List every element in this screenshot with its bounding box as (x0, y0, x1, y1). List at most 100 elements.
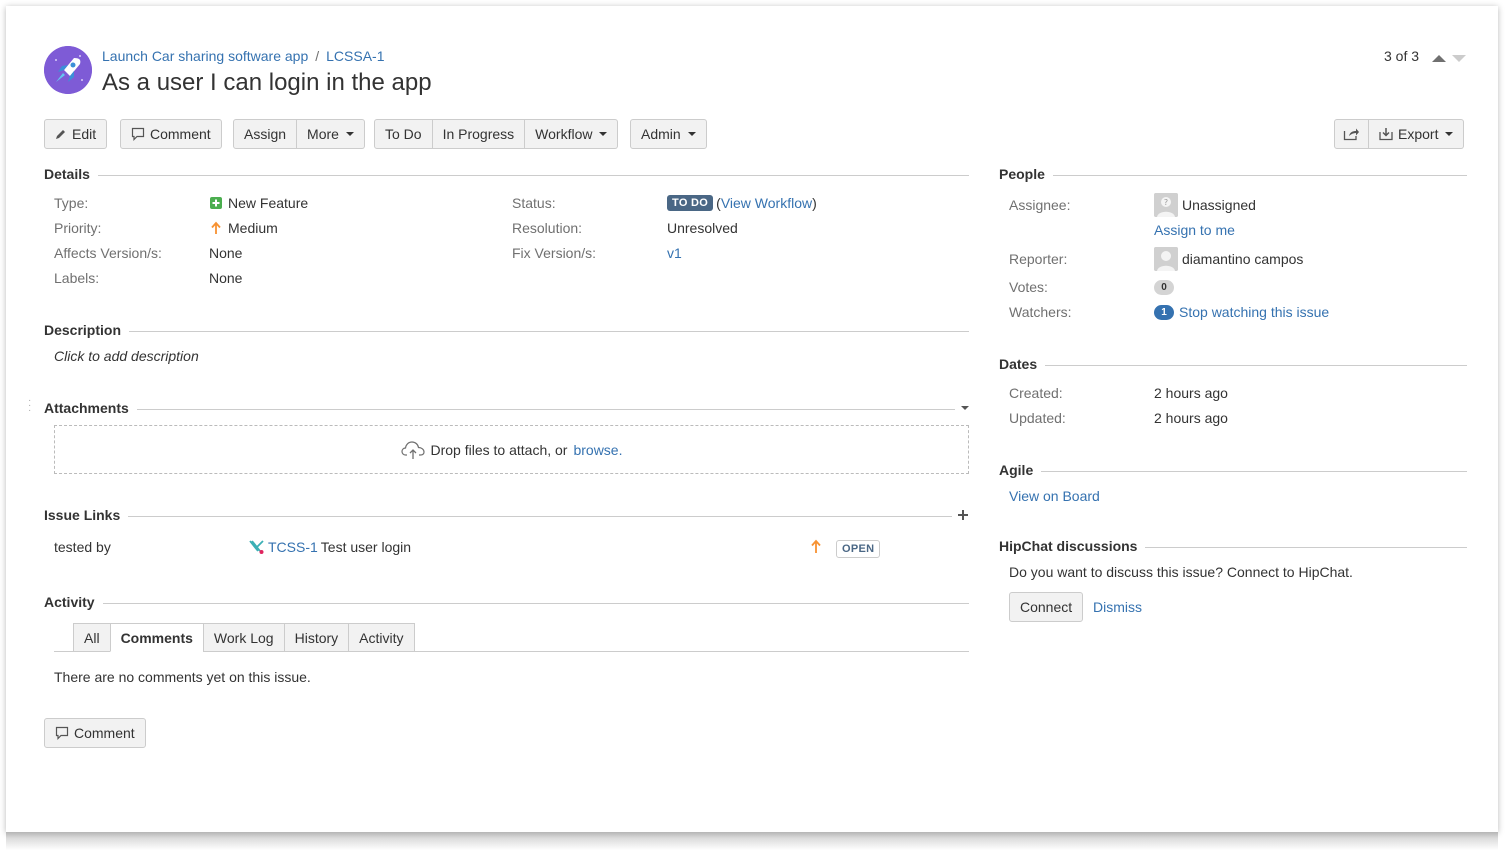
frame-shadow (6, 832, 1498, 850)
assignee-name: Unassigned (1182, 197, 1256, 213)
new-feature-icon (210, 197, 222, 209)
view-on-board-link[interactable]: View on Board (1009, 488, 1100, 504)
linked-issue-key-link[interactable]: TCSS-1 (268, 539, 318, 555)
resolution-value: Unresolved (667, 220, 738, 236)
assignee-value[interactable]: ? Unassigned (1154, 193, 1256, 217)
in-progress-transition-button[interactable]: In Progress (432, 119, 526, 149)
dates-module-header: Dates (999, 355, 1467, 373)
attachments-divider (136, 408, 955, 410)
export-button[interactable]: Export (1369, 119, 1465, 149)
chevron-down-icon (687, 132, 696, 136)
unassigned-avatar: ? (1154, 193, 1178, 217)
votes-label: Votes: (1009, 279, 1048, 295)
linked-issue-summary[interactable]: Test user login (321, 539, 411, 555)
chevron-down-icon (345, 132, 354, 136)
footer-comment-button[interactable]: Comment (44, 718, 146, 748)
tab-work-log[interactable]: Work Log (202, 623, 285, 652)
admin-button[interactable]: Admin (630, 119, 707, 149)
tab-activity[interactable]: Activity (348, 623, 415, 652)
issue-links-title: Issue Links (44, 507, 121, 523)
download-icon (1379, 128, 1393, 141)
priority-medium-arrow-icon (211, 221, 221, 234)
hipchat-question: Do you want to discuss this issue? Conne… (1009, 564, 1353, 580)
comment-group: Comment (120, 119, 222, 149)
hipchat-dismiss-link[interactable]: Dismiss (1093, 599, 1142, 615)
fix-version-link[interactable]: v1 (667, 245, 682, 261)
breadcrumb-project-link[interactable]: Launch Car sharing software app (102, 48, 308, 64)
priority-value-text: Medium (228, 220, 278, 236)
created-value: 2 hours ago (1154, 385, 1228, 401)
reporter-value[interactable]: diamantino campos (1154, 247, 1303, 271)
priority-label: Priority: (54, 220, 102, 236)
tab-comments[interactable]: Comments (109, 623, 204, 652)
dates-title: Dates (999, 356, 1038, 372)
chevron-down-icon (1445, 132, 1454, 136)
reporter-name: diamantino campos (1182, 251, 1304, 267)
status-label: Status: (512, 195, 556, 211)
browse-link[interactable]: browse. (573, 442, 622, 458)
issue-pager: 3 of 3 (1384, 48, 1420, 64)
issue-summary[interactable]: As a user I can login in the app (102, 69, 432, 97)
linked-issue[interactable]: TCSS-1 Test user login (249, 539, 411, 555)
hipchat-dismiss[interactable]: Dismiss (1093, 599, 1142, 615)
user-icon (1154, 247, 1178, 271)
tab-all[interactable]: All (73, 623, 111, 652)
edit-button[interactable]: Edit (44, 119, 108, 149)
priority-medium-arrow-icon (811, 539, 821, 553)
link-relation: tested by (54, 539, 111, 555)
agile-divider (1041, 470, 1467, 472)
next-issue-icon[interactable] (1452, 55, 1466, 62)
edit-button-label: Edit (72, 126, 97, 142)
votes-value[interactable]: 0 (1154, 280, 1174, 295)
type-value[interactable]: New Feature (209, 195, 308, 211)
previous-issue-icon[interactable] (1432, 55, 1446, 62)
view-workflow-link[interactable]: View Workflow (721, 195, 812, 211)
todo-transition-button[interactable]: To Do (374, 119, 433, 149)
assign-to-me-link[interactable]: Assign to me (1154, 222, 1235, 238)
fix-version-value[interactable]: v1 (667, 245, 682, 261)
share-button[interactable] (1334, 119, 1369, 149)
edit-group: Edit (44, 119, 108, 149)
type-label: Type: (54, 195, 89, 211)
hipchat-connect-button[interactable]: Connect (1009, 592, 1084, 622)
stop-watching-link[interactable]: Stop watching this issue (1179, 304, 1329, 320)
workflow-group: To Do In Progress Workflow (374, 119, 619, 149)
watchers-value[interactable]: 1 Stop watching this issue (1154, 304, 1329, 320)
attachments-title: Attachments (44, 400, 129, 416)
dropzone-text: Drop files to attach, or (430, 441, 568, 458)
view-on-board[interactable]: View on Board (1009, 488, 1100, 504)
activity-module-header: Activity (44, 593, 969, 611)
fix-version-label: Fix Version/s: (512, 245, 597, 261)
chevron-down-icon (599, 132, 608, 136)
rocket-icon (44, 46, 92, 94)
project-avatar[interactable] (44, 46, 92, 94)
people-module-header: People (999, 165, 1467, 183)
hipchat-module-header: HipChat discussions (999, 537, 1467, 555)
attachments-options-chevron-icon[interactable] (961, 406, 969, 410)
cloud-upload-icon (400, 440, 425, 459)
drag-handle[interactable]: · · · (28, 396, 31, 416)
no-comments-message: There are no comments yet on this issue. (54, 669, 311, 685)
labels-value[interactable]: None (209, 270, 242, 286)
activity-title: Activity (44, 594, 95, 610)
tab-history[interactable]: History (283, 623, 350, 652)
assignee-label: Assignee: (1009, 197, 1071, 213)
description-title: Description (44, 322, 122, 338)
description-divider (129, 330, 969, 332)
comment-icon (131, 127, 145, 141)
breadcrumb-issue-key-link[interactable]: LCSSA-1 (326, 48, 384, 64)
status-value: TO DO (View Workflow) (667, 195, 817, 211)
attachment-dropzone[interactable]: Drop files to attach, or browse. (54, 425, 969, 474)
more-button[interactable]: More (297, 119, 365, 149)
assign-to-me[interactable]: Assign to me (1154, 222, 1235, 238)
add-link-icon[interactable] (957, 509, 969, 521)
watchers-count-badge[interactable]: 1 (1154, 304, 1174, 320)
workflow-button[interactable]: Workflow (525, 119, 619, 149)
assign-button[interactable]: Assign (233, 119, 298, 149)
assign-button-label: Assign (244, 126, 287, 142)
affects-version-value[interactable]: None (209, 245, 242, 261)
hipchat-connect-group: Connect (1009, 592, 1084, 622)
priority-value[interactable]: Medium (209, 220, 278, 236)
description-placeholder[interactable]: Click to add description (54, 348, 199, 364)
comment-button[interactable]: Comment (120, 119, 222, 149)
